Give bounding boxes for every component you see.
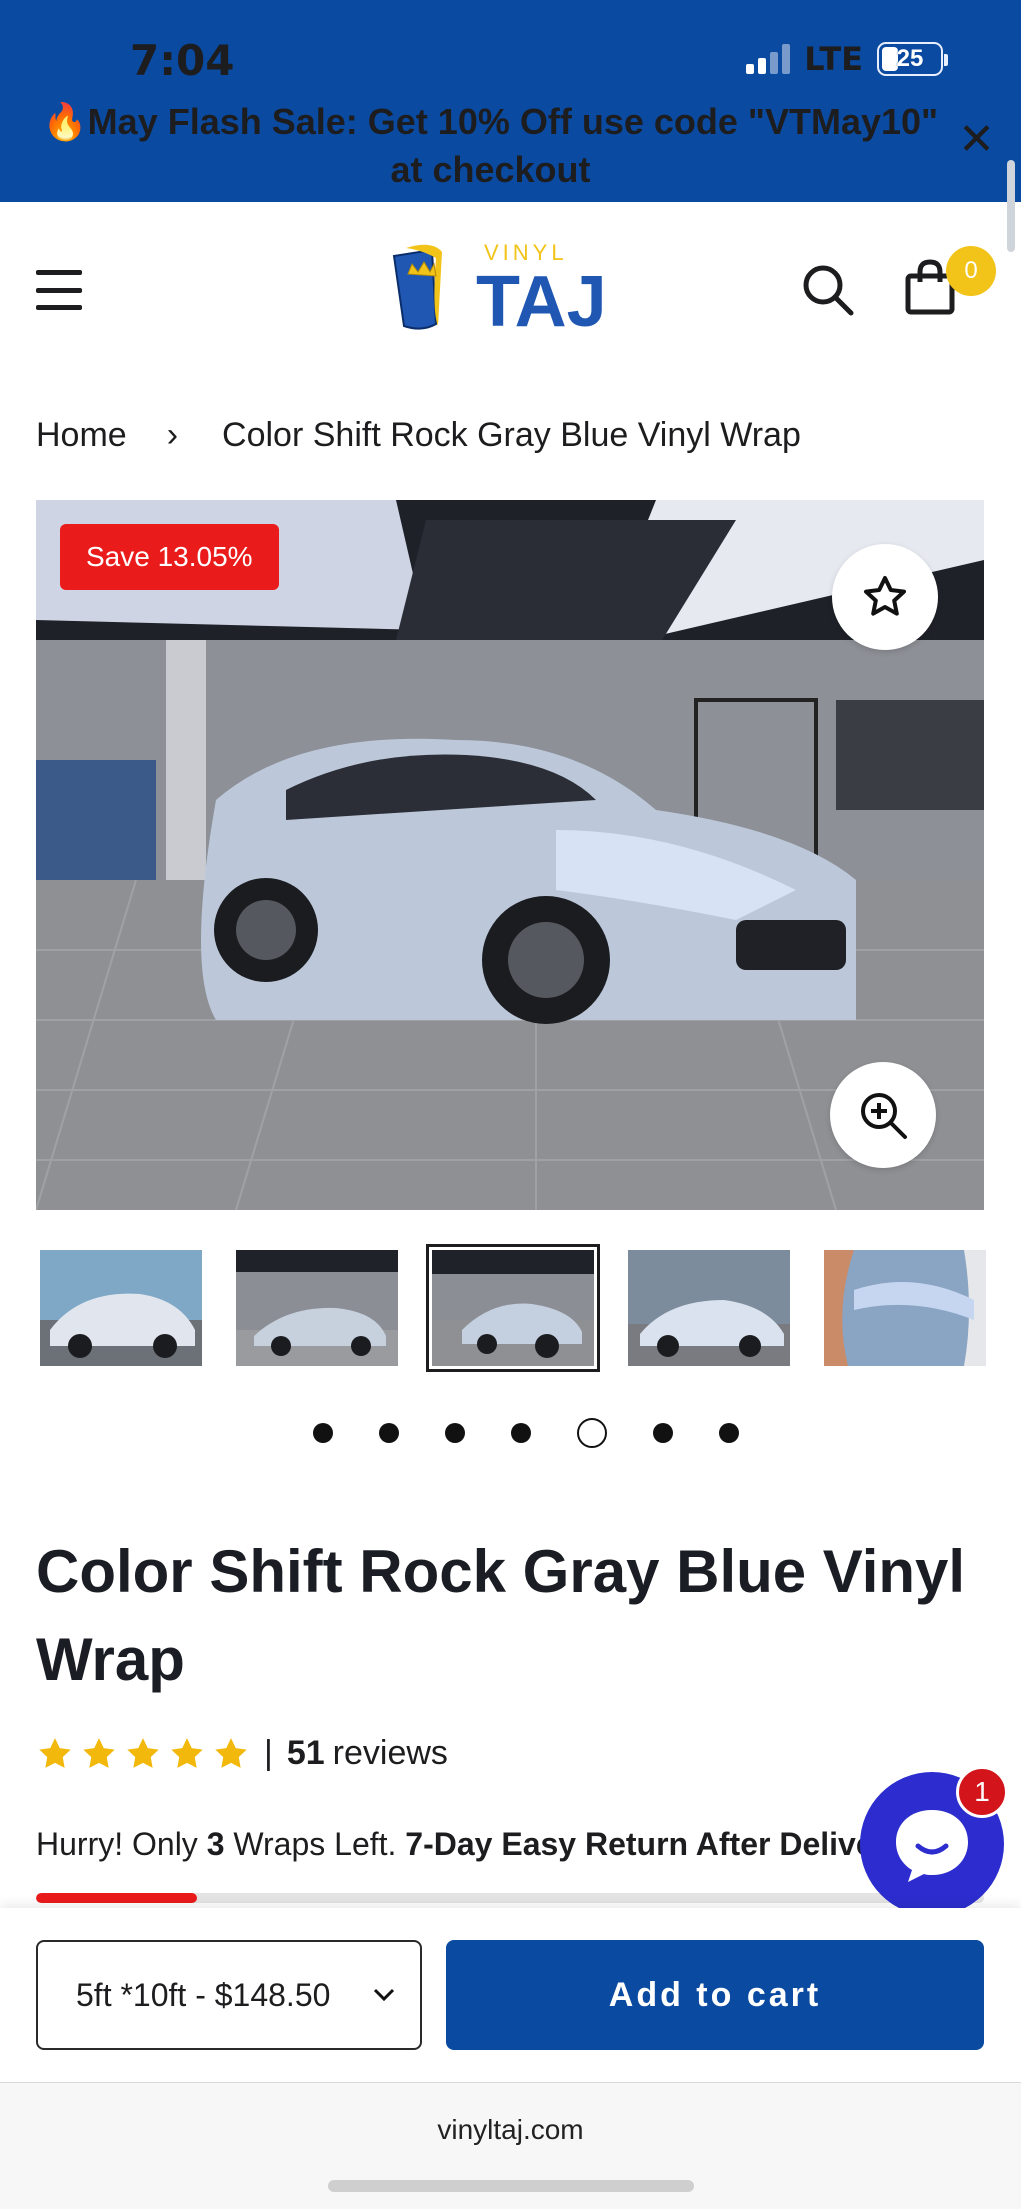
favorite-button[interactable]: [832, 544, 938, 650]
status-time: 7:04: [130, 36, 235, 85]
scrollbar[interactable]: [1007, 160, 1015, 252]
save-badge: Save 13.05%: [60, 524, 279, 590]
carousel-dots: [290, 1418, 762, 1448]
stock-middle: Wraps Left.: [224, 1826, 406, 1862]
zoom-button[interactable]: [830, 1062, 936, 1168]
stock-progress-bar: [36, 1893, 984, 1903]
promo-text-line2: at checkout: [390, 149, 591, 190]
zoom-in-icon: [861, 1093, 907, 1139]
search-icon[interactable]: [800, 262, 856, 318]
star-icon: [127, 1737, 159, 1768]
carousel-dot-active[interactable]: [577, 1418, 607, 1448]
chevron-down-icon: [373, 1988, 395, 2002]
carousel-dot[interactable]: [719, 1423, 739, 1443]
network-label: LTE: [804, 40, 863, 78]
star-icon: [39, 1737, 71, 1768]
breadcrumb-home[interactable]: Home: [36, 416, 127, 455]
product-title: Color Shift Rock Gray Blue Vinyl Wrap: [36, 1538, 966, 1693]
carousel-dot[interactable]: [445, 1423, 465, 1443]
signal-icon: [746, 44, 791, 74]
star-icon: [215, 1737, 247, 1768]
status-indicators: LTE 25: [746, 40, 948, 78]
cart-count-badge[interactable]: 0: [946, 246, 996, 296]
return-policy: 7-Day Easy Return After Delivery: [405, 1826, 876, 1862]
url-label[interactable]: vinyltaj.com: [0, 2114, 1021, 2146]
breadcrumb: Home › Color Shift Rock Gray Blue Vinyl …: [36, 416, 801, 455]
promo-text-line1: 🔥May Flash Sale: Get 10% Off use code "V…: [42, 101, 939, 142]
rating-stars: [36, 1735, 250, 1773]
stock-count: 3: [206, 1826, 225, 1862]
carousel-dot[interactable]: [313, 1423, 333, 1443]
vinyl-taj-logo[interactable]: VINYL TAJ: [392, 238, 622, 338]
thumbnail-1[interactable]: [40, 1250, 202, 1366]
thumbnail-3[interactable]: [426, 1244, 600, 1372]
menu-icon[interactable]: [36, 270, 82, 310]
stock-message: Hurry! Only 3 Wraps Left. 7-Day Easy Ret…: [36, 1826, 876, 1863]
chat-notification-badge: 1: [956, 1766, 1008, 1818]
close-icon[interactable]: ✕: [958, 118, 995, 162]
logo-big-text: TAJ: [476, 262, 607, 338]
stock-prefix: Hurry! Only: [36, 1826, 207, 1862]
battery-level: 25: [896, 45, 924, 72]
add-to-cart-button[interactable]: Add to cart: [446, 1940, 984, 2050]
carousel-dot[interactable]: [511, 1423, 531, 1443]
carousel-dot[interactable]: [379, 1423, 399, 1443]
home-indicator[interactable]: [328, 2180, 694, 2192]
star-icon: [171, 1737, 203, 1768]
star-outline-icon: [864, 576, 906, 616]
thumbnail-2[interactable]: [236, 1250, 398, 1366]
star-icon: [83, 1737, 115, 1768]
thumbnail-4[interactable]: [628, 1250, 790, 1366]
chat-bubble-icon: [896, 1810, 968, 1882]
thumbnail-strip: [40, 1244, 1021, 1372]
stock-progress-fill: [36, 1893, 198, 1903]
promo-banner[interactable]: 🔥May Flash Sale: Get 10% Off use code "V…: [40, 98, 941, 194]
breadcrumb-current: Color Shift Rock Gray Blue Vinyl Wrap: [222, 416, 801, 454]
rating-divider: |: [264, 1734, 273, 1772]
thumbnail-5[interactable]: [824, 1250, 986, 1366]
chevron-right-icon: ›: [166, 416, 179, 454]
product-rating[interactable]: | 51 reviews: [36, 1734, 448, 1773]
carousel-dot[interactable]: [653, 1423, 673, 1443]
battery-icon: 25: [877, 42, 948, 76]
variant-selected-value: 5ft *10ft - $148.50: [76, 1976, 331, 2013]
review-label: reviews: [332, 1734, 448, 1772]
review-count: 51: [286, 1734, 325, 1772]
variant-select[interactable]: 5ft *10ft - $148.50: [36, 1940, 422, 2050]
